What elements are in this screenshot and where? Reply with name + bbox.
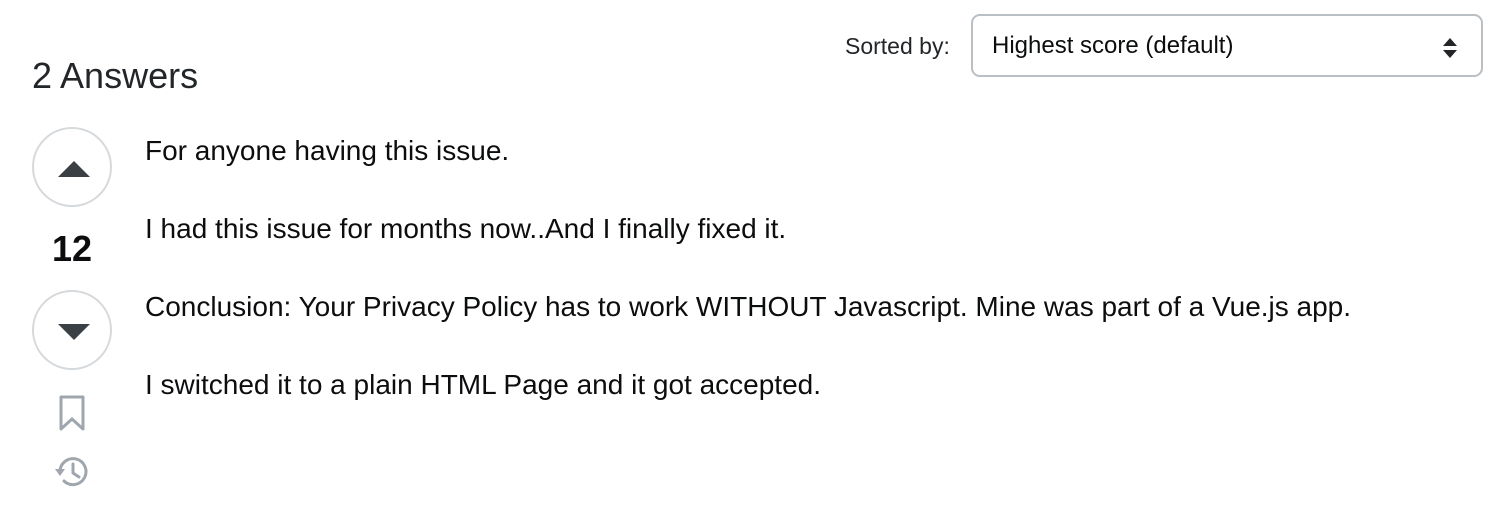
answers-section: 2 Answers Sorted by: Highest score (defa… xyxy=(0,0,1512,510)
chevron-up-down-icon xyxy=(1441,36,1459,60)
upvote-button[interactable] xyxy=(32,127,112,207)
answers-count-heading: 2 Answers xyxy=(32,54,199,96)
bookmark-icon[interactable] xyxy=(54,394,90,434)
answer-body: For anyone having this issue. I had this… xyxy=(145,128,1435,440)
sort-label: Sorted by: xyxy=(845,33,950,59)
sort-select-value: Highest score (default) xyxy=(992,32,1234,59)
answer-paragraph: For anyone having this issue. xyxy=(145,135,510,166)
arrow-down-icon xyxy=(58,324,90,340)
vote-count: 12 xyxy=(51,228,93,269)
downvote-button[interactable] xyxy=(32,290,112,370)
sort-select[interactable]: Highest score (default) xyxy=(971,14,1483,77)
arrow-up-icon xyxy=(58,161,90,177)
answer-paragraph: Conclusion: Your Privacy Policy has to w… xyxy=(145,291,1352,322)
answer-paragraph: I switched it to a plain HTML Page and i… xyxy=(145,369,822,400)
answer-paragraph: I had this issue for months now..And I f… xyxy=(145,213,787,244)
history-icon[interactable] xyxy=(54,452,90,492)
